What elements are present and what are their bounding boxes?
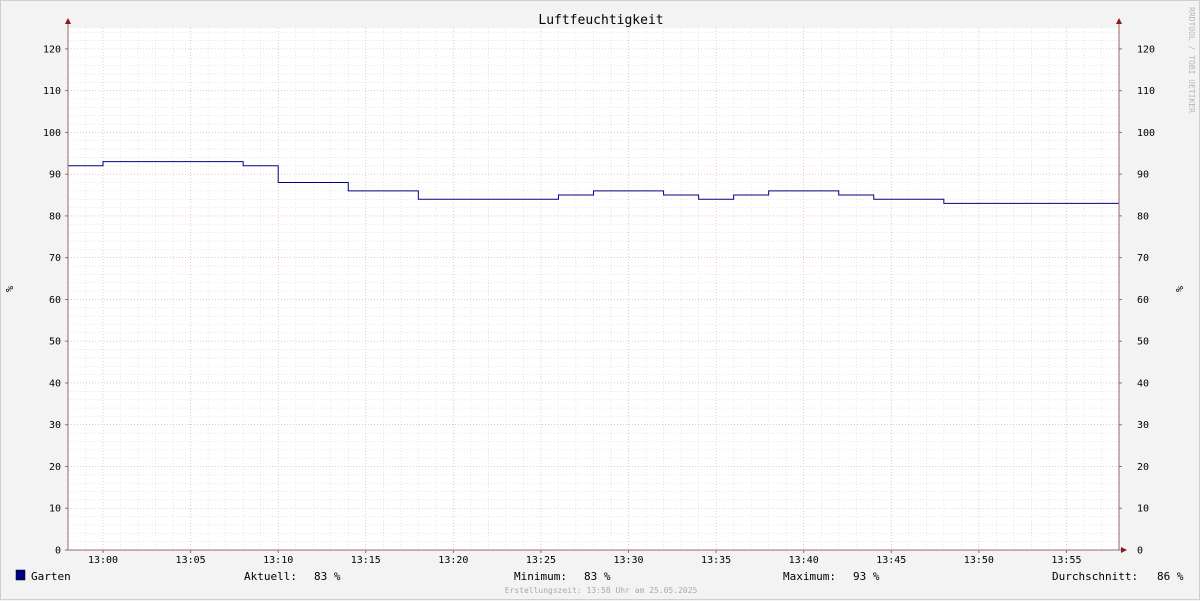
- y-tick-label-left: 70: [49, 253, 61, 264]
- humidity-chart: 0 10 20 30 40 50 60 70 80 90 100 110 120 0 10 20 30 40 50…: [1, 1, 1200, 601]
- y-tick-label-right: 70: [1137, 253, 1149, 264]
- x-tick-label: 13:45: [876, 555, 906, 566]
- y-tick-label-right: 10: [1137, 504, 1149, 515]
- watermark: RRDTOOL / TOBI OETIKER: [1187, 7, 1196, 113]
- y-tick-label-right: 20: [1137, 462, 1149, 473]
- y-tick-label-right: 120: [1137, 44, 1155, 55]
- y-tick-label-left: 40: [49, 378, 61, 389]
- y-axis-arrow-left: [65, 18, 71, 24]
- y-tick-label-right: 60: [1137, 295, 1149, 306]
- x-tick-label: 13:15: [351, 555, 381, 566]
- y-axis-label-left: %: [5, 286, 16, 292]
- y-tick-label-right: 90: [1137, 170, 1149, 181]
- x-tick-label: 13:05: [176, 555, 206, 566]
- x-tick-label: 13:25: [526, 555, 556, 566]
- y-tick-label-right: 50: [1137, 337, 1149, 348]
- stat-maximum-label: Maximum:: [783, 570, 836, 583]
- stat-durchschnitt-label: Durchschnitt:: [1052, 570, 1138, 583]
- stat-aktuell-label: Aktuell:: [244, 570, 297, 583]
- stat-aktuell-value: 83 %: [314, 570, 341, 583]
- creation-time-footnote: Erstellungszeit: 13:58 Uhr am 25.05.2025: [505, 586, 698, 595]
- y-tick-label-right: 110: [1137, 86, 1155, 97]
- x-tick-label: 13:00: [88, 555, 118, 566]
- x-tick-label: 13:35: [701, 555, 731, 566]
- legend-series-label: Garten: [31, 570, 71, 583]
- y-tick-label-left: 80: [49, 211, 61, 222]
- x-tick-label: 13:10: [263, 555, 293, 566]
- y-axis-arrow-right: [1116, 18, 1122, 24]
- y-tick-label-right: 100: [1137, 128, 1155, 139]
- y-tick-label-left: 20: [49, 462, 61, 473]
- y-tick-label-left: 90: [49, 170, 61, 181]
- x-tick-label: 13:50: [964, 555, 994, 566]
- y-axis-label-right: %: [1175, 286, 1186, 292]
- y-tick-label-left: 110: [43, 86, 61, 97]
- x-tick-labels: 13:00 13:05 13:10 13:15 13:20 13:25 13:30 13:35…: [88, 555, 1082, 566]
- x-tick-label: 13:20: [438, 555, 468, 566]
- x-tick-label: 13:55: [1051, 555, 1081, 566]
- y-tick-label-right: 40: [1137, 378, 1149, 389]
- y-tick-label-left: 120: [43, 44, 61, 55]
- y-tick-label-left: 10: [49, 504, 61, 515]
- y-tick-label-right: 80: [1137, 211, 1149, 222]
- y-tick-label-right: 0: [1137, 546, 1143, 557]
- y-tick-label-left: 30: [49, 420, 61, 431]
- chart-frame: 0 10 20 30 40 50 60 70 80 90 100 110 120 0 10 20 30 40 50…: [0, 0, 1200, 600]
- y-tick-labels-left: 0 10 20 30 40 50 60 70 80 90 100 110 120: [43, 44, 61, 556]
- chart-title: Luftfeuchtigkeit: [538, 13, 663, 28]
- y-tick-label-left: 50: [49, 337, 61, 348]
- legend-swatch: [16, 570, 25, 580]
- x-tick-label: 13:40: [789, 555, 819, 566]
- y-tick-label-right: 30: [1137, 420, 1149, 431]
- y-tick-labels-right: 0 10 20 30 40 50 60 70 80 90 100 110 120: [1137, 44, 1155, 556]
- x-tick-label: 13:30: [613, 555, 643, 566]
- y-tick-label-left: 60: [49, 295, 61, 306]
- y-tick-label-left: 100: [43, 128, 61, 139]
- y-tick-label-left: 0: [55, 546, 61, 557]
- stat-durchschnitt-value: 86 %: [1157, 570, 1184, 583]
- stat-minimum-value: 83 %: [584, 570, 611, 583]
- stat-minimum-label: Minimum:: [514, 570, 567, 583]
- x-axis-arrow: [1121, 547, 1127, 553]
- stat-maximum-value: 93 %: [853, 570, 880, 583]
